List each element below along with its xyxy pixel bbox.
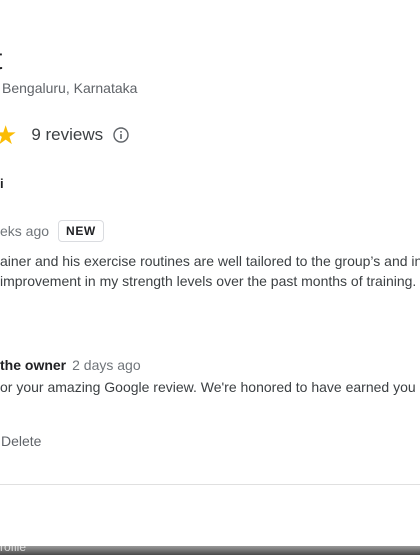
owner-response-header: the owner 2 days ago	[0, 357, 141, 373]
delete-button[interactable]: Delete	[1, 433, 41, 449]
divider	[0, 484, 420, 485]
review-time: eks ago	[0, 223, 50, 239]
business-title: t	[0, 40, 2, 80]
review-text-line-1: ainer and his exercise routines are well…	[0, 253, 420, 269]
new-badge: NEW	[58, 220, 104, 242]
star-icon: ★	[0, 120, 18, 150]
bottom-bar-label[interactable]: rofile	[0, 546, 26, 554]
reviewer-name[interactable]: i	[0, 176, 4, 191]
reviews-count-link[interactable]: 9 reviews	[31, 125, 103, 145]
owner-response-time: 2 days ago	[72, 357, 141, 373]
owner-response-text: or your amazing Google review. We're hon…	[0, 379, 416, 395]
review-text-line-2: improvement in my strength levels over t…	[0, 273, 417, 289]
bottom-bar: rofile	[0, 546, 420, 555]
info-icon[interactable]	[113, 127, 129, 143]
review-meta: eks ago NEW	[0, 220, 104, 242]
business-address: Bengaluru, Karnataka	[2, 80, 138, 96]
rating-row: ★ 9 reviews	[0, 120, 129, 150]
owner-label: the owner	[0, 357, 67, 373]
